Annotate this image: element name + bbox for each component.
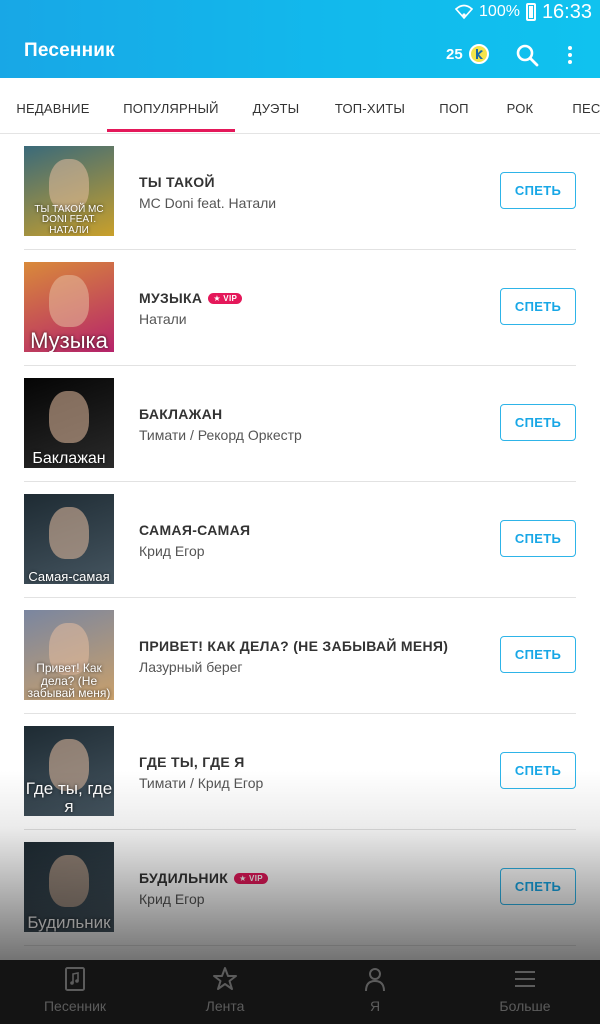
- song-title: ГДЕ ТЫ, ГДЕ Я: [139, 754, 245, 770]
- nav-item-3[interactable]: Я: [300, 960, 450, 1024]
- song-title-text: ТЫ ТАКОЙ: [139, 174, 215, 190]
- sing-button[interactable]: СПЕТЬ: [500, 172, 576, 209]
- song-artist: Лазурный берег: [139, 659, 243, 675]
- song-row[interactable]: Будильник БУДИЛЬНИК ★ VIP Крид Егор СПЕТЬ: [24, 830, 576, 946]
- songbook-icon: [65, 967, 85, 991]
- song-artist: Тимати / Рекорд Оркестр: [139, 427, 302, 443]
- sing-button[interactable]: СПЕТЬ: [500, 288, 576, 325]
- song-artist: Тимати / Крид Егор: [139, 775, 264, 791]
- sing-button[interactable]: СПЕТЬ: [500, 868, 576, 905]
- sing-button[interactable]: СПЕТЬ: [500, 752, 576, 789]
- tab-6[interactable]: РОК: [500, 78, 540, 133]
- song-title: ТЫ ТАКОЙ: [139, 174, 215, 190]
- cover-artwork: [49, 506, 89, 559]
- song-title-text: ГДЕ ТЫ, ГДЕ Я: [139, 754, 245, 770]
- album-cover[interactable]: Самая-самая: [24, 494, 114, 584]
- nav-item-1[interactable]: Песенник: [0, 960, 150, 1024]
- cover-artwork: [49, 158, 89, 211]
- tab-7[interactable]: ПЕСНИ: [566, 78, 600, 133]
- album-cover[interactable]: Баклажан: [24, 378, 114, 468]
- song-title: ПРИВЕТ! КАК ДЕЛА? (НЕ ЗАБЫВАЙ МЕНЯ): [139, 638, 448, 654]
- nav-label: Я: [369, 998, 381, 1014]
- vip-badge: ★ VIP: [208, 292, 243, 304]
- coin-icon: [468, 44, 489, 64]
- nav-item-4[interactable]: Больше: [450, 960, 600, 1024]
- song-row[interactable]: Привет! Как дела? (Не забывай меня) ПРИВЕ…: [24, 598, 576, 714]
- cover-artwork: [49, 390, 89, 443]
- tab-3[interactable]: ДУЭТЫ: [246, 78, 306, 133]
- cover-caption: Музыка: [30, 327, 108, 352]
- album-cover[interactable]: Музыка: [24, 262, 114, 352]
- song-artist: Натали: [139, 311, 187, 327]
- song-row[interactable]: Баклажан БАКЛАЖАН Тимати / Рекорд Оркестр С…: [24, 366, 576, 482]
- app-bar: 100% 16:33 Песенник 25: [0, 0, 600, 78]
- cover-caption: Самая-самая: [28, 569, 110, 584]
- cover-caption: Баклажан: [32, 450, 106, 468]
- song-artist: MC Doni feat. Натали: [139, 195, 277, 211]
- coins-count: 25: [446, 45, 463, 63]
- song-title: МУЗЫКА ★ VIP: [139, 290, 243, 306]
- cover-caption: ТЫ ТАКОЙ MC DONI FEAT. НАТАЛИ: [34, 203, 104, 236]
- album-cover[interactable]: Будильник: [24, 842, 114, 932]
- nav-label: Больше: [499, 998, 551, 1014]
- cover-artwork: [49, 854, 89, 907]
- nav-item-2[interactable]: Лента: [150, 960, 300, 1024]
- song-title-text: БУДИЛЬНИК: [139, 870, 229, 886]
- tab-4[interactable]: ТОП-ХИТЫ: [326, 78, 414, 133]
- status-bar: 100% 16:33: [455, 0, 592, 24]
- song-title: БАКЛАЖАН: [139, 406, 222, 422]
- song-artist: Крид Егор: [139, 891, 205, 907]
- song-title: БУДИЛЬНИК ★ VIP: [139, 870, 268, 886]
- tab-2[interactable]: ПОПУЛЯРНЫЙ: [107, 78, 235, 133]
- song-title-text: САМАЯ-САМАЯ: [139, 522, 251, 538]
- song-title-text: БАКЛАЖАН: [139, 406, 223, 422]
- search-icon[interactable]: [514, 42, 540, 68]
- sing-button[interactable]: СПЕТЬ: [500, 404, 576, 441]
- star-icon: [213, 967, 237, 990]
- sing-button[interactable]: СПЕТЬ: [500, 520, 576, 557]
- bottom-navigation: Песенник Лента Я Больше: [0, 960, 600, 1024]
- tab-1[interactable]: НЕДАВНИЕ: [14, 78, 92, 133]
- tab-5[interactable]: ПОП: [434, 78, 474, 133]
- cover-caption: Где ты, где я: [25, 779, 113, 816]
- category-tabs: НЕДАВНИЕ ПОПУЛЯРНЫЙ ДУЭТЫ ТОП-ХИТЫ ПОП РОК ПЕС…: [0, 78, 600, 134]
- app-screen: 100% 16:33 Песенник 25 НЕДАВНИЕ ПОПУЛЯРНЫ…: [0, 0, 600, 1024]
- song-title: САМАЯ-САМАЯ: [139, 522, 250, 538]
- battery-percent: 100%: [479, 3, 520, 20]
- wifi-icon: [455, 4, 474, 20]
- album-cover[interactable]: Где ты, где я: [24, 726, 114, 816]
- page-title: Песенник: [24, 40, 115, 61]
- vip-badge: ★ VIP: [234, 872, 268, 884]
- cover-artwork: [49, 274, 89, 327]
- song-row[interactable]: Самая-самая САМАЯ-САМАЯ Крид Егор СПЕТЬ: [24, 482, 576, 598]
- song-artist: Крид Егор: [139, 543, 205, 559]
- song-title-text: МУЗЫКА: [139, 290, 203, 306]
- nav-label: Лента: [205, 998, 245, 1014]
- coins-balance[interactable]: 25: [446, 44, 489, 64]
- cover-caption: Будильник: [27, 913, 111, 932]
- song-title-text: ПРИВЕТ! КАК ДЕЛА? (НЕ ЗАБЫВАЙ МЕНЯ): [139, 638, 449, 654]
- menu-icon: [515, 971, 535, 987]
- song-row[interactable]: ТЫ ТАКОЙ MC DONI FEAT. НАТАЛИ ТЫ ТАКОЙ MC …: [24, 134, 576, 250]
- nav-label: Песенник: [43, 998, 107, 1014]
- song-row[interactable]: Музыка МУЗЫКА ★ VIP Натали СПЕТЬ: [24, 250, 576, 366]
- cover-caption: Привет! Как дела? (Не забывай меня): [27, 661, 111, 700]
- album-cover[interactable]: Привет! Как дела? (Не забывай меня): [24, 610, 114, 700]
- more-options-icon[interactable]: [558, 42, 582, 68]
- album-cover[interactable]: ТЫ ТАКОЙ MC DONI FEAT. НАТАЛИ: [24, 146, 114, 236]
- person-icon: [365, 968, 385, 992]
- sing-button[interactable]: СПЕТЬ: [500, 636, 576, 673]
- clock: 16:33: [541, 0, 592, 23]
- battery-icon: [525, 3, 536, 21]
- song-row[interactable]: Где ты, где я ГДЕ ТЫ, ГДЕ Я Тимати / Крид …: [24, 714, 576, 830]
